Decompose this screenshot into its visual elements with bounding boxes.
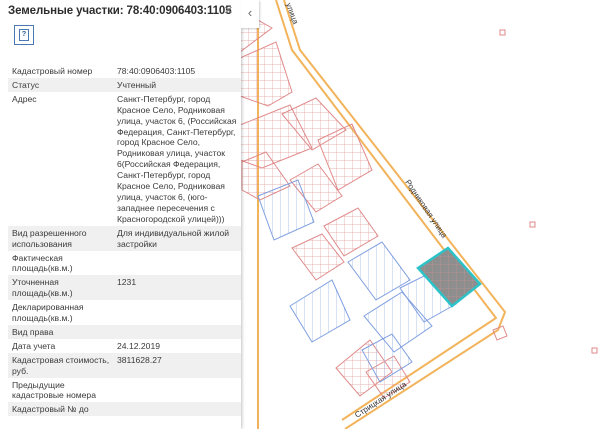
attribute-row: Предыдущие кадастровые номера (8, 377, 241, 403)
attribute-value (117, 404, 239, 415)
attribute-key: Декларированная площадь(кв.м.) (12, 302, 84, 324)
attribute-key: Уточненная площадь(кв.м.) (12, 277, 73, 299)
attribute-row: Кадастровый № до (8, 402, 241, 417)
attributes-table: Кадастровый номер 78:40:0906403:1105 Стату… (8, 64, 241, 417)
attribute-value: Санкт-Петербург, город Красное Село, Род… (117, 93, 237, 224)
attribute-row: Декларированная площадь(кв.м.) (8, 300, 241, 325)
attribute-row: Вид разрешенного использования Для индиви… (8, 225, 241, 251)
attribute-value: Для индивидуальной жилой застройки (117, 227, 230, 249)
attribute-row: Кадастровый номер 78:40:0906403:1105 (8, 64, 241, 78)
attribute-value (117, 302, 239, 324)
attribute-row: Адрес Санкт-Петербург, город Красное Село… (8, 91, 241, 226)
attribute-key: Кадастровый номер (12, 66, 93, 76)
attribute-value (117, 380, 239, 402)
attribute-value: 24.12.2019 (117, 340, 161, 351)
attribute-key: Вид разрешенного использования (12, 227, 87, 249)
info-panel: Земельные участки: 78:40:0906403:1105 × … (0, 0, 241, 429)
attribute-key: Дата учета (12, 340, 56, 351)
attribute-key: Адрес (12, 93, 37, 104)
attribute-row: Фактическая площадь(кв.м.) (8, 250, 241, 276)
attribute-value: 78:40:0906403:1105 (117, 66, 196, 76)
attribute-key: Предыдущие кадастровые номера (12, 379, 96, 401)
attribute-key: Вид права (12, 326, 54, 337)
attribute-row: Статус Учтенный (8, 77, 241, 92)
attribute-row: Вид права (8, 324, 241, 339)
attribute-key: Кадастровый № до (12, 404, 89, 415)
attribute-row: Кадастровая стоимость, руб. 3811628.27 (8, 352, 241, 378)
panel-header: Земельные участки: 78:40:0906403:1105 × (0, 0, 241, 26)
attribute-row: Уточненная площадь(кв.м.) 1231 (8, 275, 241, 301)
attribute-key: Кадастровая стоимость, руб. (12, 354, 110, 376)
map-markers (492, 29, 598, 354)
road-label-rodnikovaya: Родниковая улица (403, 178, 449, 240)
attribute-row: Дата учета 24.12.2019 (8, 338, 241, 353)
attribute-value: Учтенный (117, 79, 157, 90)
attribute-value (117, 327, 239, 338)
attribute-value: 1231 (117, 277, 137, 288)
document-icon: ? (19, 29, 29, 41)
attribute-key: Статус (12, 79, 40, 90)
road-label-top: улица (284, 2, 300, 26)
attribute-key: Фактическая площадь(кв.м.) (12, 252, 73, 274)
attribute-value (117, 253, 239, 275)
document-button[interactable]: ? (14, 25, 34, 45)
attribute-value: 3811628.27 (117, 354, 162, 365)
close-button[interactable]: × (224, 3, 233, 19)
panel-title: Земельные участки: 78:40:0906403:1105 (8, 5, 232, 17)
collapse-panel-button[interactable]: ‹ (241, 0, 259, 28)
